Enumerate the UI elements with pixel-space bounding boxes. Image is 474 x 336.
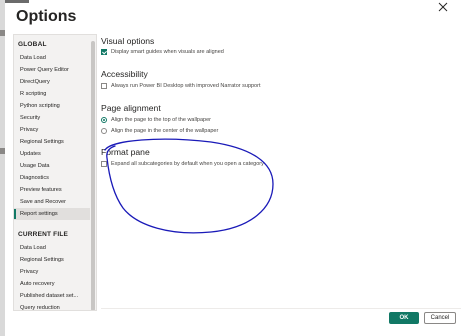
footer-divider — [101, 308, 461, 309]
sidebar-file-item-data-load[interactable]: Data Load — [14, 242, 96, 254]
option-smart-guides[interactable]: Display smart guides when visuals are al… — [101, 49, 224, 55]
sidebar-file-item-query-reduction[interactable]: Query reduction — [14, 302, 96, 310]
sidebar-file-item-privacy[interactable]: Privacy — [14, 266, 96, 278]
sidebar-item-data-load[interactable]: Data Load — [14, 52, 96, 64]
section-header-current-file: CURRENT FILE — [18, 231, 69, 238]
close-button[interactable] — [436, 0, 450, 14]
section-header-global: GLOBAL — [18, 41, 47, 48]
dialog-title: Options — [16, 8, 77, 25]
sidebar-item-diagnostics[interactable]: Diagnostics — [14, 172, 96, 184]
sidebar-file-item-published-dataset-set[interactable]: Published dataset set... — [14, 290, 96, 302]
heading-page-alignment: Page alignment — [101, 103, 161, 113]
sidebar-file-item-auto-recovery[interactable]: Auto recovery — [14, 278, 96, 290]
current-file-options-list: Data Load Regional Settings Privacy Auto re… — [14, 242, 96, 310]
smart-guides-checkbox[interactable] — [101, 49, 107, 55]
sidebar-item-directquery[interactable]: DirectQuery — [14, 76, 96, 88]
sidebar-item-security[interactable]: Security — [14, 112, 96, 124]
sidebar-item-r-scripting[interactable]: R scripting — [14, 88, 96, 100]
sidebar-scroll-thumb[interactable] — [91, 41, 95, 310]
sidebar-item-python-scripting[interactable]: Python scripting — [14, 100, 96, 112]
sidebar-item-power-query-editor[interactable]: Power Query Editor — [14, 64, 96, 76]
close-icon — [438, 2, 448, 12]
sidebar-file-item-regional-settings[interactable]: Regional Settings — [14, 254, 96, 266]
sidebar-item-regional-settings[interactable]: Regional Settings — [14, 136, 96, 148]
narrator-label: Always run Power BI Desktop with improve… — [111, 83, 261, 89]
sidebar-scrollbar[interactable] — [90, 35, 96, 310]
title-strip — [5, 0, 29, 3]
smart-guides-label: Display smart guides when visuals are al… — [111, 49, 224, 55]
sidebar-item-updates[interactable]: Updates — [14, 148, 96, 160]
align-top-radio[interactable] — [101, 117, 107, 123]
cancel-button[interactable]: Cancel — [424, 312, 456, 324]
option-align-center[interactable]: Align the page in the center of the wall… — [101, 128, 218, 134]
options-dialog: Options GLOBAL Data Load Power Query Edit… — [5, 0, 474, 336]
option-expand-subcategories[interactable]: Expand all subcategories by default when… — [101, 161, 264, 167]
sidebar-item-report-settings[interactable]: Report settings — [14, 208, 96, 220]
sidebar-item-usage-data[interactable]: Usage Data — [14, 160, 96, 172]
sidebar-item-save-and-recover[interactable]: Save and Recover — [14, 196, 96, 208]
align-top-label: Align the page to the top of the wallpap… — [111, 117, 211, 123]
heading-accessibility: Accessibility — [101, 69, 148, 79]
align-center-radio[interactable] — [101, 128, 107, 134]
heading-visual-options: Visual options — [101, 36, 155, 46]
sidebar-item-preview-features[interactable]: Preview features — [14, 184, 96, 196]
expand-subcategories-label: Expand all subcategories by default when… — [111, 161, 264, 167]
sidebar-item-privacy[interactable]: Privacy — [14, 124, 96, 136]
heading-format-pane: Format pane — [101, 147, 150, 157]
ok-button[interactable]: OK — [389, 312, 419, 324]
option-narrator[interactable]: Always run Power BI Desktop with improve… — [101, 83, 260, 89]
align-center-label: Align the page in the center of the wall… — [111, 128, 219, 134]
global-options-list: Data Load Power Query Editor DirectQuery R … — [14, 52, 96, 220]
option-align-top[interactable]: Align the page to the top of the wallpap… — [101, 117, 211, 123]
expand-subcategories-checkbox[interactable] — [101, 161, 107, 167]
options-sidebar: GLOBAL Data Load Power Query Editor Direct… — [13, 34, 97, 311]
narrator-checkbox[interactable] — [101, 83, 107, 89]
